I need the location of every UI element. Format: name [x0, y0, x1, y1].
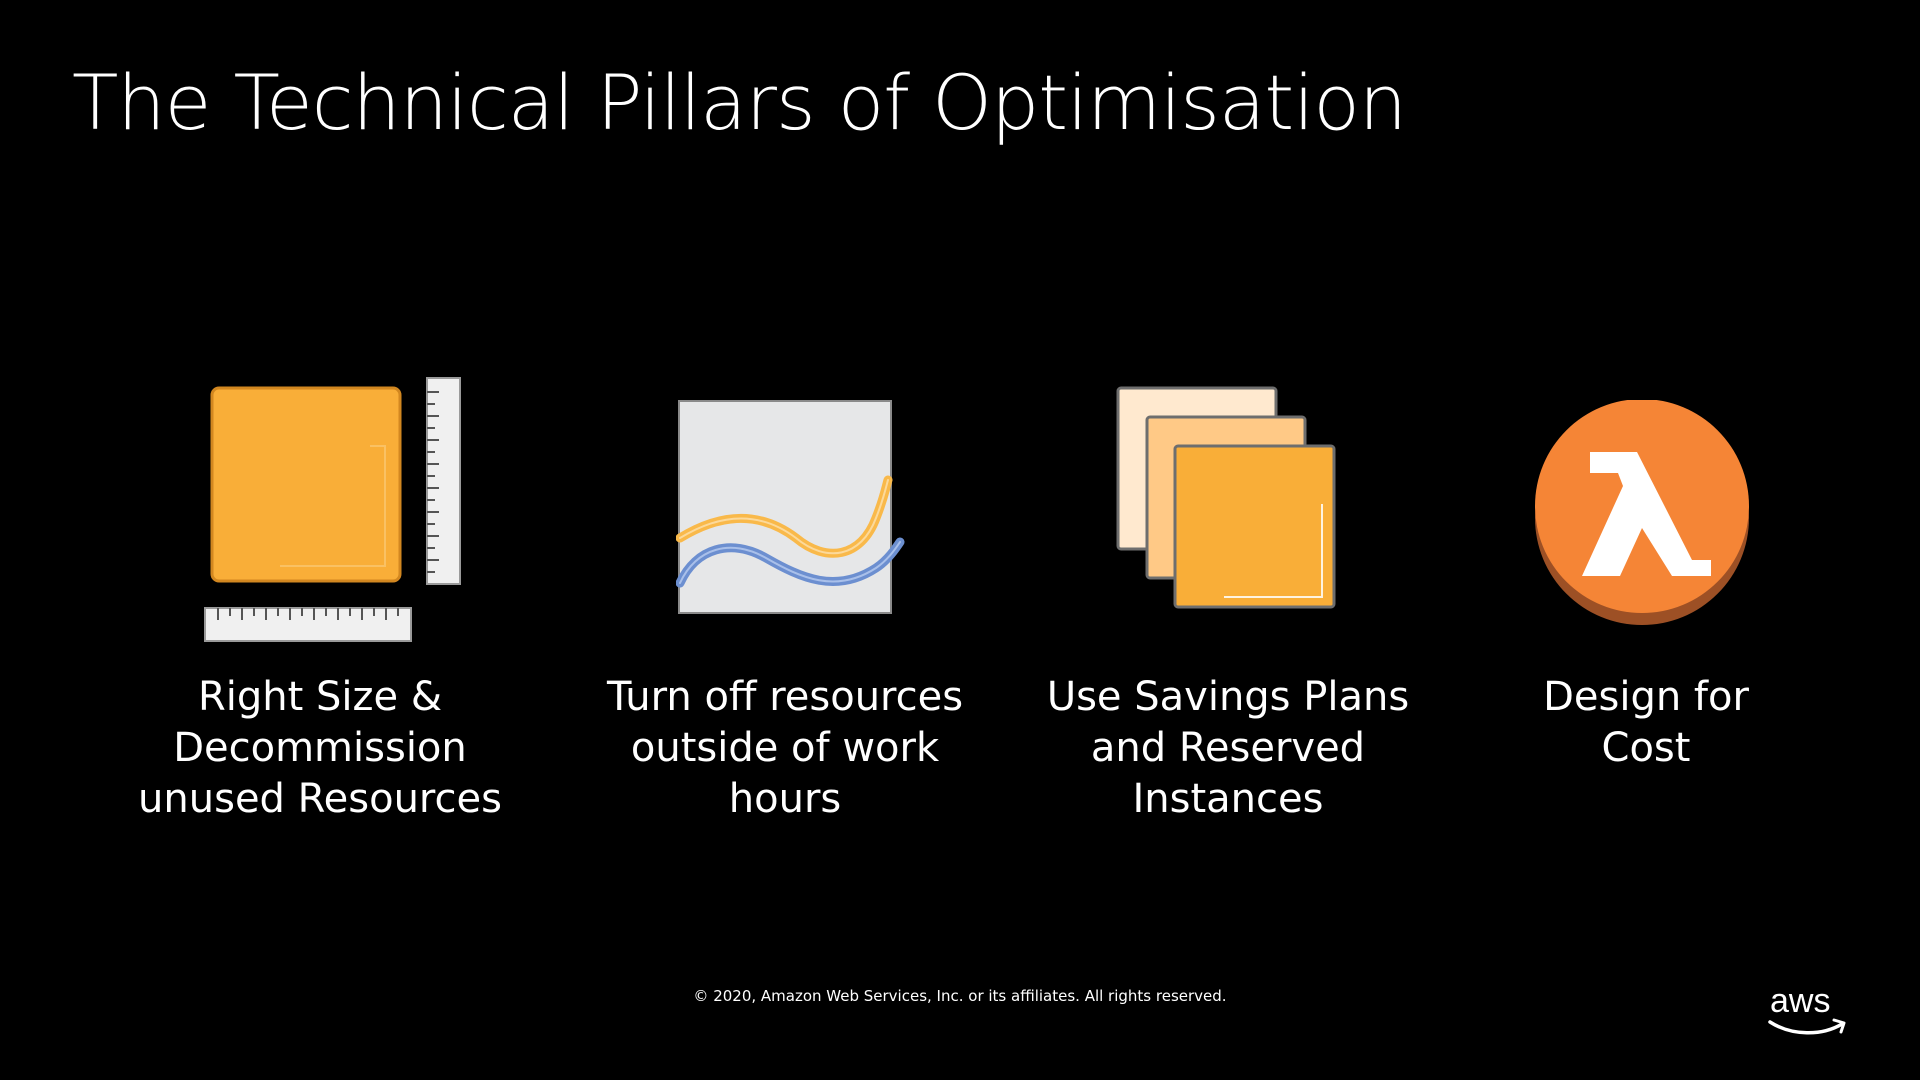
aws-logo-text: aws: [1770, 982, 1830, 1020]
usage-graph-icon: [676, 400, 905, 614]
copyright-footer: © 2020, Amazon Web Services, Inc. or its…: [693, 987, 1227, 1005]
pillar-caption-design-for-cost: Design for Cost: [1543, 674, 1749, 771]
lambda-icon: [1535, 400, 1749, 625]
aws-logo-icon: aws: [1768, 982, 1846, 1035]
slide: The Technical Pillars of Optimisation Ri…: [0, 0, 1920, 1080]
slide-title: The Technical Pillars of Optimisation: [72, 58, 1407, 147]
pillar-caption-right-size: Right Size & Decommission unused Resourc…: [138, 674, 502, 822]
right-size-ruler-icon: [204, 377, 461, 642]
stacked-instances-icon: [1116, 386, 1336, 609]
pillar-caption-turn-off: Turn off resources outside of work hours: [606, 674, 964, 822]
pillar-caption-savings-plans: Use Savings Plans and Reserved Instances: [1046, 674, 1410, 822]
